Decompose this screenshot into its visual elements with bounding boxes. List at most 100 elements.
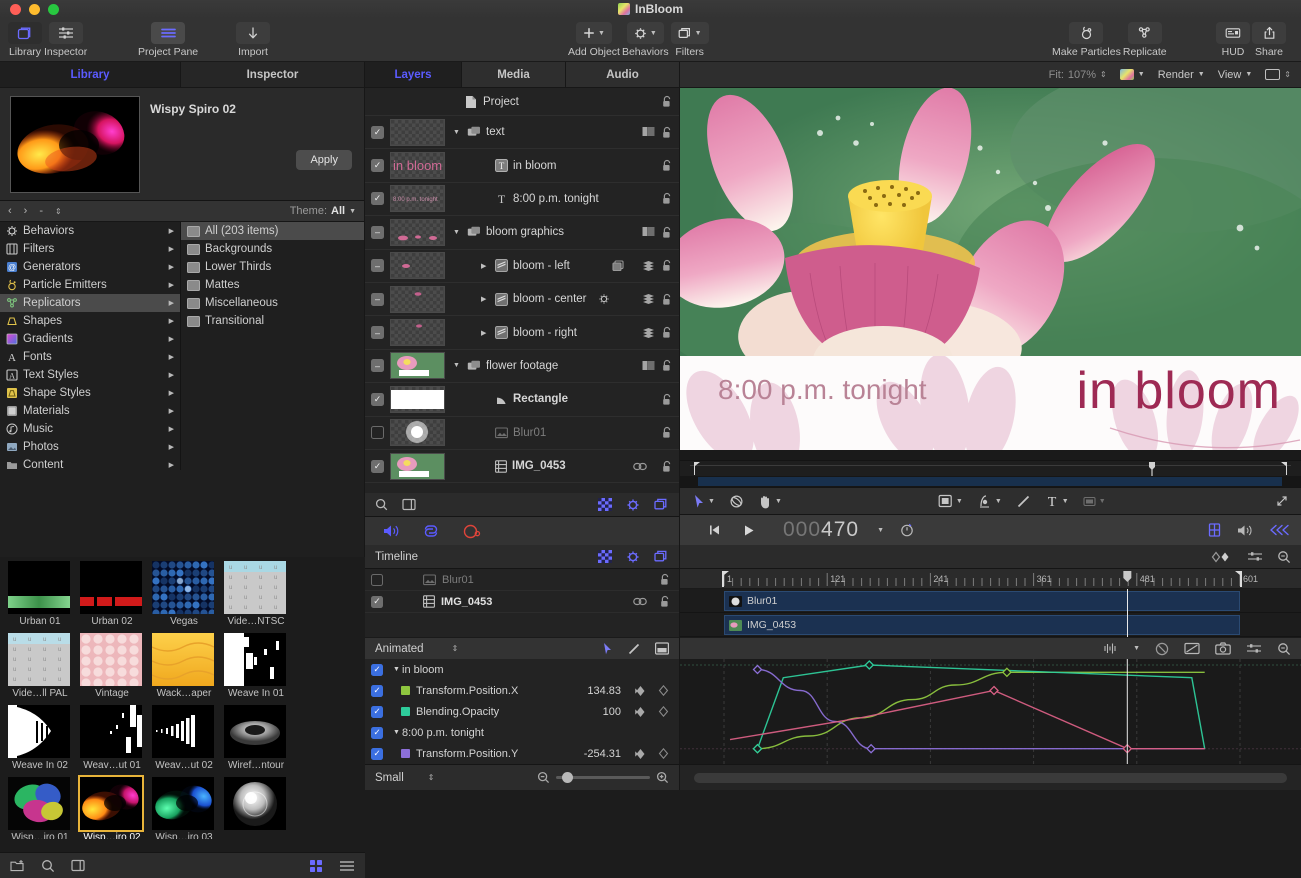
keyframe-param-value[interactable]: -254.31: [584, 748, 621, 760]
keyframe-add-icon[interactable]: [658, 685, 669, 696]
layer-row[interactable]: –▼bloom graphics: [365, 216, 679, 249]
library-category-music[interactable]: Music▶: [0, 420, 180, 438]
toolbar-project-pane-button[interactable]: Project Pane: [138, 22, 198, 58]
keyframe-group-row[interactable]: ✓▼in bloom: [365, 659, 679, 680]
disclosure-triangle-icon[interactable]: ▼: [453, 362, 462, 369]
layer-visibility-checkbox[interactable]: –: [371, 259, 384, 272]
zoom-slider[interactable]: [556, 776, 650, 779]
library-category-photos[interactable]: Photos▶: [0, 438, 180, 456]
layer-row[interactable]: ✓in bloomTin bloom: [365, 149, 679, 182]
layer-visibility-checkbox[interactable]: –: [371, 226, 384, 239]
library-category-content[interactable]: Content▶: [0, 456, 180, 470]
track-visibility-checkbox[interactable]: ✓: [371, 596, 383, 608]
layer-row[interactable]: Blur01: [365, 417, 679, 450]
layer-lock-icon[interactable]: [661, 426, 673, 439]
toolbar-share-button[interactable]: Share: [1252, 22, 1286, 58]
layer-stack-icon[interactable]: [642, 293, 655, 305]
tab-audio[interactable]: Audio: [566, 62, 680, 87]
color-channels-control[interactable]: ▼: [1120, 69, 1145, 80]
library-subcategory-transitional[interactable]: Transitional: [181, 312, 364, 330]
layer-lock-icon[interactable]: [661, 159, 673, 172]
layer-row[interactable]: –▶bloom - right: [365, 316, 679, 349]
zoom-out-icon[interactable]: [537, 771, 550, 784]
keyframe-param-row[interactable]: ✓Transform.Position.X134.83: [365, 680, 679, 701]
library-item[interactable]: Urban 01: [8, 561, 72, 627]
layer-lock-icon[interactable]: [661, 126, 673, 139]
play-button[interactable]: [743, 524, 755, 537]
disclosure-triangle-icon[interactable]: ▼: [453, 229, 462, 236]
keyframe-param-checkbox[interactable]: ✓: [371, 706, 383, 718]
bezier-tool[interactable]: ▼: [977, 494, 1002, 509]
timeline-track-row[interactable]: ✓IMG_0453: [365, 591, 679, 613]
keyframe-param-checkbox[interactable]: ✓: [371, 685, 383, 697]
toolbar-hud-button[interactable]: HUD: [1216, 22, 1250, 58]
layers-list[interactable]: ✓▼text✓in bloomTin bloom✓8:00 p.m. tonig…: [365, 116, 679, 483]
apply-button[interactable]: Apply: [296, 150, 352, 170]
tab-inspector[interactable]: Inspector: [181, 62, 365, 87]
canvas-scrubber[interactable]: [680, 460, 1301, 476]
layer-visibility-checkbox[interactable]: –: [371, 293, 384, 306]
library-subcategory-backgrounds[interactable]: Backgrounds: [181, 240, 364, 258]
library-subcategory-lower-thirds[interactable]: Lower Thirds: [181, 258, 364, 276]
stepper-icon[interactable]: ⇕: [55, 207, 62, 216]
disclosure-triangle-icon[interactable]: ▼: [393, 666, 402, 673]
stepper-icon[interactable]: ⇕: [428, 773, 435, 782]
snapshot-icon[interactable]: [1215, 642, 1231, 655]
layer-lock-icon[interactable]: [661, 460, 673, 473]
library-category-materials[interactable]: Materials▶: [0, 402, 180, 420]
timeline-clip[interactable]: Blur01: [724, 591, 1240, 611]
curve-select-icon[interactable]: [603, 642, 613, 655]
curve-scroll-thumb[interactable]: [694, 773, 1287, 783]
keyframe-param-value[interactable]: 134.83: [587, 685, 621, 697]
select-tool[interactable]: ▼: [694, 494, 715, 509]
paint-stroke-tool[interactable]: [1016, 494, 1031, 509]
layer-mask-icon[interactable]: [642, 126, 655, 138]
library-category-gradients[interactable]: Gradients▶: [0, 330, 180, 348]
track-link-icon[interactable]: [633, 597, 647, 606]
timeline-track-list[interactable]: Blur01✓IMG_0453: [365, 569, 680, 637]
library-category-list[interactable]: Behaviors▶Filters▶@Generators▶Particle E…: [0, 222, 181, 470]
layer-visibility-checkbox[interactable]: ✓: [371, 126, 384, 139]
timecode-menu-chevron-down-icon[interactable]: ▼: [877, 527, 884, 534]
layer-lock-icon[interactable]: [661, 192, 673, 205]
chevron-down-icon[interactable]: ▼: [1133, 645, 1140, 652]
fit-control[interactable]: Fit: 107% ⇕: [1049, 69, 1107, 81]
grid-view-icon[interactable]: [309, 859, 323, 873]
toolbar-import-button[interactable]: Import: [236, 22, 270, 58]
scrubber-track[interactable]: [690, 465, 1291, 474]
layer-row-project[interactable]: Project: [365, 88, 679, 116]
timeline-tracks[interactable]: Blur01IMG_0453: [680, 589, 1301, 637]
loop-playback-icon[interactable]: [1269, 524, 1289, 536]
library-item[interactable]: Wiref…ntour: [224, 705, 288, 771]
disclosure-triangle-icon[interactable]: ▶: [481, 329, 490, 337]
library-item[interactable]: Urban 02: [80, 561, 144, 627]
filters-toggle-icon[interactable]: [654, 498, 669, 511]
library-category-shapes[interactable]: Shapes▶: [0, 312, 180, 330]
library-item[interactable]: [224, 777, 288, 832]
preview-panel-icon[interactable]: [71, 859, 85, 872]
library-category-shape-styles[interactable]: Shape Styles▶: [0, 384, 180, 402]
layer-row[interactable]: –▼flower footage: [365, 350, 679, 383]
track-lock-icon[interactable]: [659, 573, 671, 586]
library-subcategory-miscellaneous[interactable]: Miscellaneous: [181, 294, 364, 312]
back-icon[interactable]: ‹: [8, 205, 12, 217]
toolbar-replicate-button[interactable]: Replicate: [1123, 22, 1167, 58]
layer-visibility-checkbox[interactable]: ✓: [371, 192, 384, 205]
library-category-behaviors[interactable]: Behaviors▶: [0, 222, 180, 240]
disclosure-triangle-icon[interactable]: ▶: [481, 295, 490, 303]
library-item[interactable]: Wisp…iro 02: [80, 777, 144, 839]
keyframe-settings-icon[interactable]: [1247, 550, 1263, 563]
keyframe-param-row[interactable]: ✓Blending.Opacity100: [365, 701, 679, 722]
stepper-icon[interactable]: ⇕: [452, 644, 459, 653]
layer-visibility-checkbox[interactable]: ✓: [371, 159, 384, 172]
library-category-generators[interactable]: @Generators▶: [0, 258, 180, 276]
checkerboard-icon[interactable]: [598, 498, 612, 511]
timeline-zoom-icon[interactable]: [1277, 550, 1291, 564]
toolbar-filters-button[interactable]: ▼ Filters: [671, 22, 709, 58]
disclosure-triangle-icon[interactable]: ▶: [481, 262, 490, 270]
keyframe-prev-icon[interactable]: [634, 748, 647, 760]
keyframe-parameter-list[interactable]: ✓▼in bloom✓Transform.Position.X134.83✓Bl…: [365, 659, 680, 764]
zoom-in-icon[interactable]: [656, 771, 669, 784]
timeline-track[interactable]: IMG_0453: [680, 613, 1301, 637]
audio-waveform-icon[interactable]: [1103, 642, 1118, 655]
